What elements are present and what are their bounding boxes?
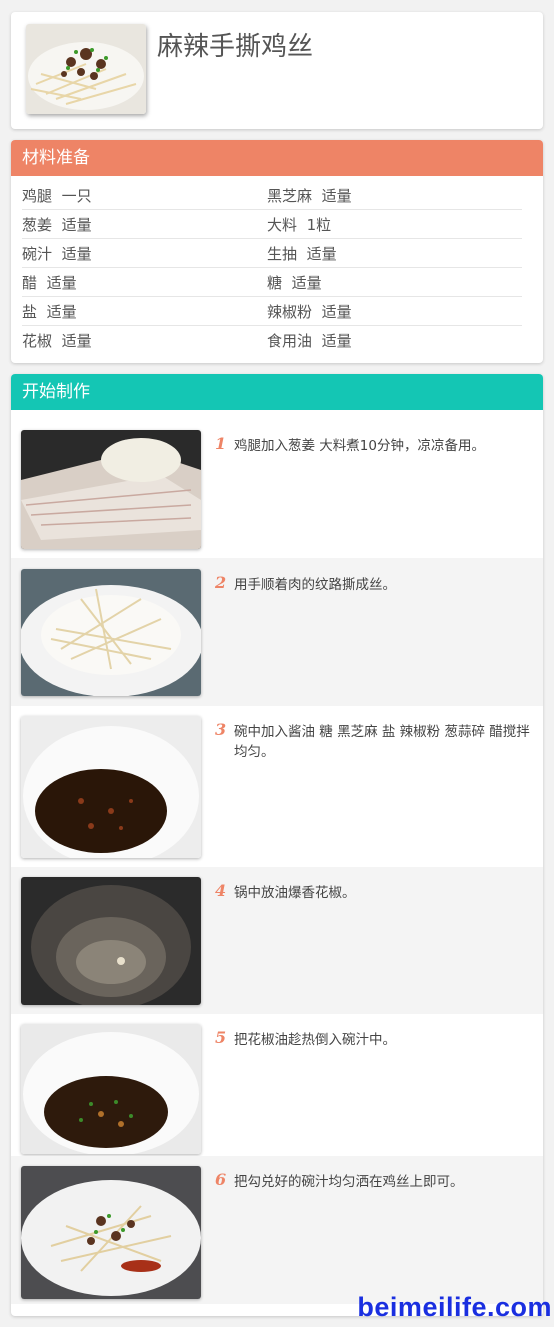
ingredient-row: 碗汁 适量 生抽 适量 <box>22 239 522 268</box>
step-image[interactable] <box>21 877 201 1005</box>
ingredient-item: 生抽 适量 <box>267 244 337 263</box>
ingredient-item: 花椒 适量 <box>22 332 92 350</box>
step-item: 5 把花椒油趁热倒入碗汁中。 <box>11 1014 543 1156</box>
ingredient-item: 醋 适量 <box>22 273 77 292</box>
ingredient-row: 花椒 适量 食用油 适量 <box>22 326 522 355</box>
step-text: 用手顺着肉的纹路撕成丝。 <box>234 577 396 593</box>
step-image[interactable] <box>21 569 201 696</box>
step-text: 锅中放油爆香花椒。 <box>234 885 356 901</box>
page-title: 麻辣手撕鸡丝 <box>157 32 314 62</box>
step-number: 2 <box>215 573 227 592</box>
ingredient-row: 鸡腿 一只 黑芝麻 适量 <box>22 181 522 210</box>
steps-header: 开始制作 <box>11 374 543 410</box>
recipe-thumbnail[interactable] <box>26 24 146 114</box>
ingredient-item: 盐 适量 <box>22 302 77 321</box>
step-image[interactable] <box>21 1024 201 1154</box>
step-item: 3 碗中加入酱油 糖 黑芝麻 盐 辣椒粉 葱蒜碎 醋搅拌均匀。 <box>11 706 543 867</box>
ingredient-row: 醋 适量 糖 适量 <box>22 268 522 297</box>
ingredient-item: 糖 适量 <box>267 273 322 292</box>
steps-section: 开始制作 1 鸡腿加入葱姜 大料煮10分钟，凉凉备用。 2 用手顺着肉的纹路撕成… <box>11 374 543 1316</box>
site-watermark: beimeilife.com <box>357 1292 552 1322</box>
ingredients-header: 材料准备 <box>11 140 543 176</box>
step-text: 把花椒油趁热倒入碗汁中。 <box>234 1032 396 1048</box>
ingredient-item: 食用油 适量 <box>267 332 352 350</box>
step-image[interactable] <box>21 1166 201 1299</box>
ingredient-row: 盐 适量 辣椒粉 适量 <box>22 297 522 326</box>
step-text: 鸡腿加入葱姜 大料煮10分钟，凉凉备用。 <box>234 438 485 454</box>
step-item: 2 用手顺着肉的纹路撕成丝。 <box>11 558 543 706</box>
ingredient-item: 黑芝麻 适量 <box>267 186 352 205</box>
ingredients-section: 材料准备 鸡腿 一只 黑芝麻 适量 葱姜 适量 大料 1粒 碗汁 适量 生抽 适… <box>11 140 543 363</box>
step-item: 1 鸡腿加入葱姜 大料煮10分钟，凉凉备用。 <box>11 410 543 558</box>
step-text: 碗中加入酱油 糖 黑芝麻 盐 辣椒粉 葱蒜碎 醋搅拌均匀。 <box>234 724 530 760</box>
ingredient-item: 鸡腿 一只 <box>22 186 92 205</box>
ingredients-list: 鸡腿 一只 黑芝麻 适量 葱姜 适量 大料 1粒 碗汁 适量 生抽 适量 醋 适… <box>22 181 522 355</box>
step-number: 3 <box>215 720 227 739</box>
step-item: 6 把勾兑好的碗汁均匀洒在鸡丝上即可。 <box>11 1156 543 1304</box>
step-number: 6 <box>215 1170 227 1189</box>
step-number: 1 <box>215 434 227 453</box>
ingredient-item: 辣椒粉 适量 <box>267 302 352 321</box>
ingredient-row: 葱姜 适量 大料 1粒 <box>22 210 522 239</box>
step-image[interactable] <box>21 430 201 549</box>
step-text: 把勾兑好的碗汁均匀洒在鸡丝上即可。 <box>234 1174 464 1190</box>
recipe-header-card: 麻辣手撕鸡丝 <box>11 12 543 129</box>
ingredient-item: 大料 1粒 <box>267 215 332 234</box>
steps-list: 1 鸡腿加入葱姜 大料煮10分钟，凉凉备用。 2 用手顺着肉的纹路撕成丝。 3 … <box>11 410 543 1304</box>
step-image[interactable] <box>21 716 201 858</box>
step-number: 4 <box>215 881 227 900</box>
ingredient-item: 葱姜 适量 <box>22 215 92 234</box>
step-item: 4 锅中放油爆香花椒。 <box>11 867 543 1014</box>
ingredient-item: 碗汁 适量 <box>22 244 92 263</box>
step-number: 5 <box>215 1028 227 1047</box>
